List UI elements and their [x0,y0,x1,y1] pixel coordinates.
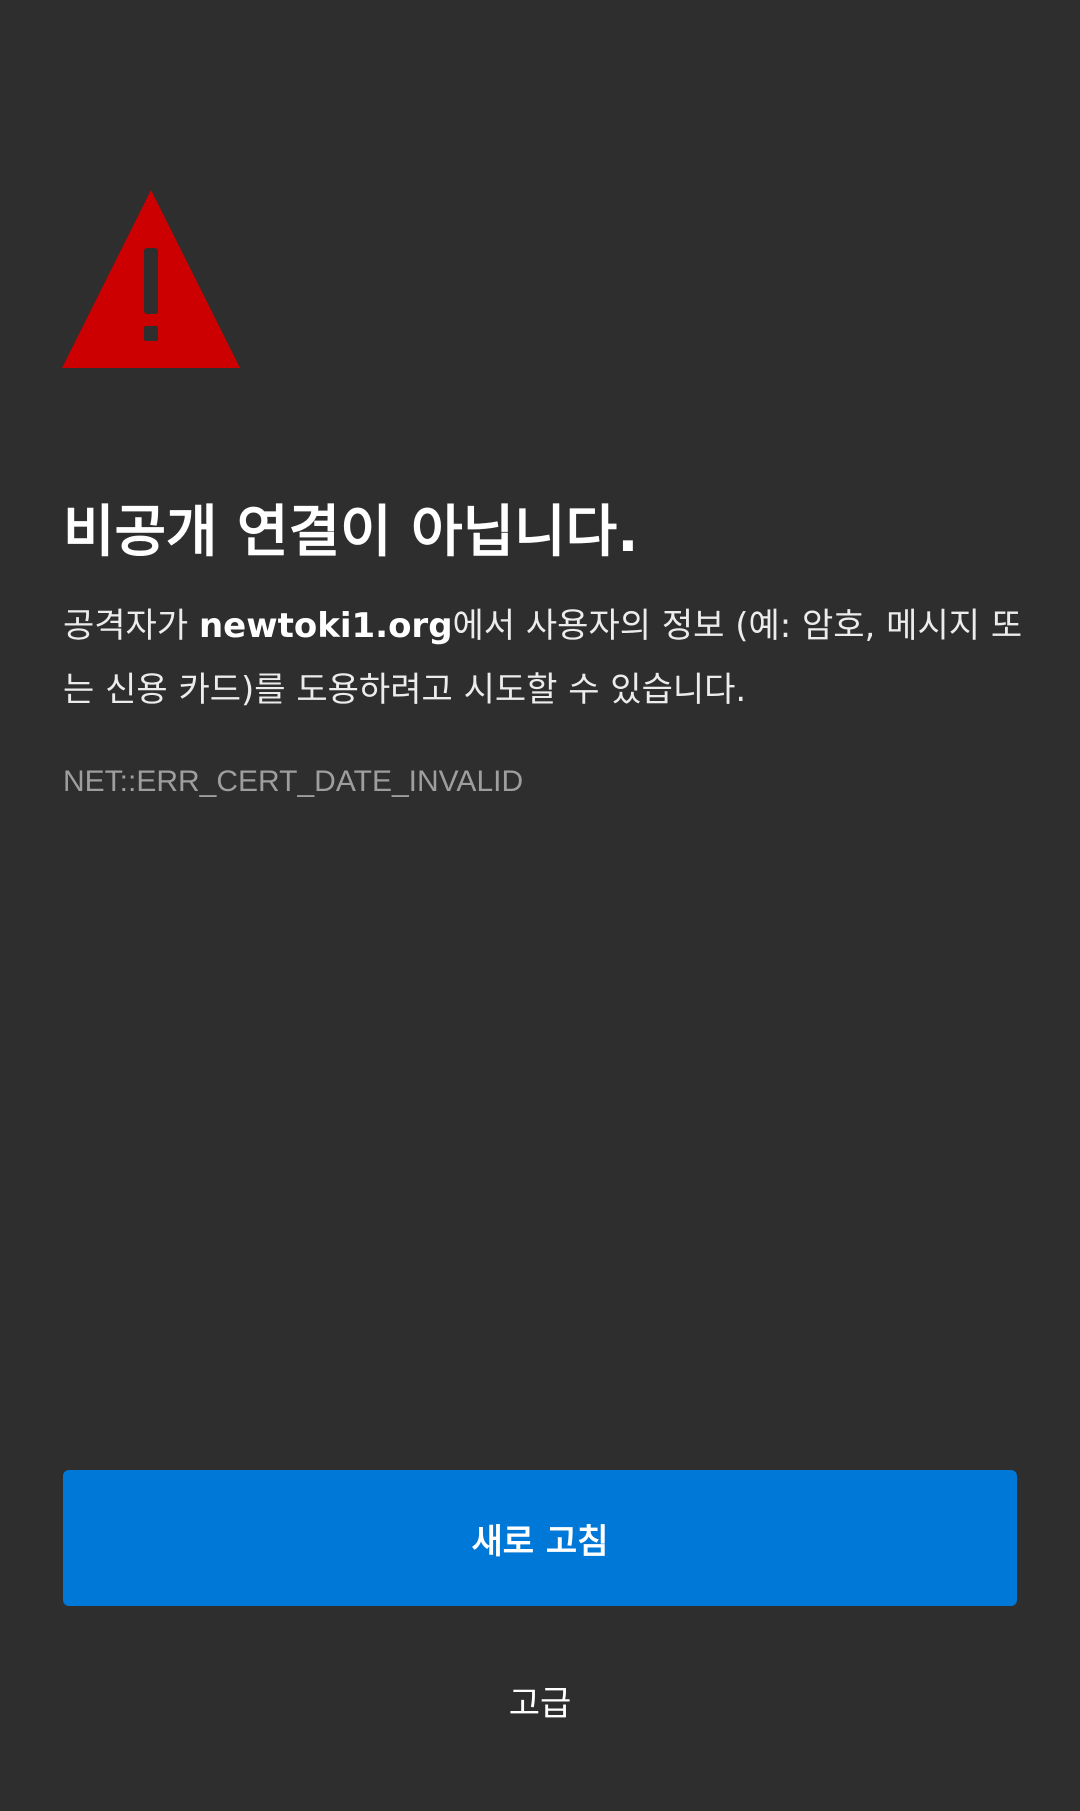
page-title: 비공개 연결이 아닙니다. [63,500,639,565]
error-code[interactable]: NET::ERR_CERT_DATE_INVALID [63,762,523,802]
site-domain: newtoki1.org [198,606,453,646]
warning-triangle-icon [62,190,240,368]
error-description: 공격자가 newtoki1.org에서 사용자의 정보 (예: 암호, 메시지 … [63,594,1023,722]
reload-button[interactable]: 새로 고침 [63,1470,1017,1606]
description-text-before: 공격자가 [63,606,199,646]
advanced-button[interactable]: 고급 [440,1664,640,1736]
